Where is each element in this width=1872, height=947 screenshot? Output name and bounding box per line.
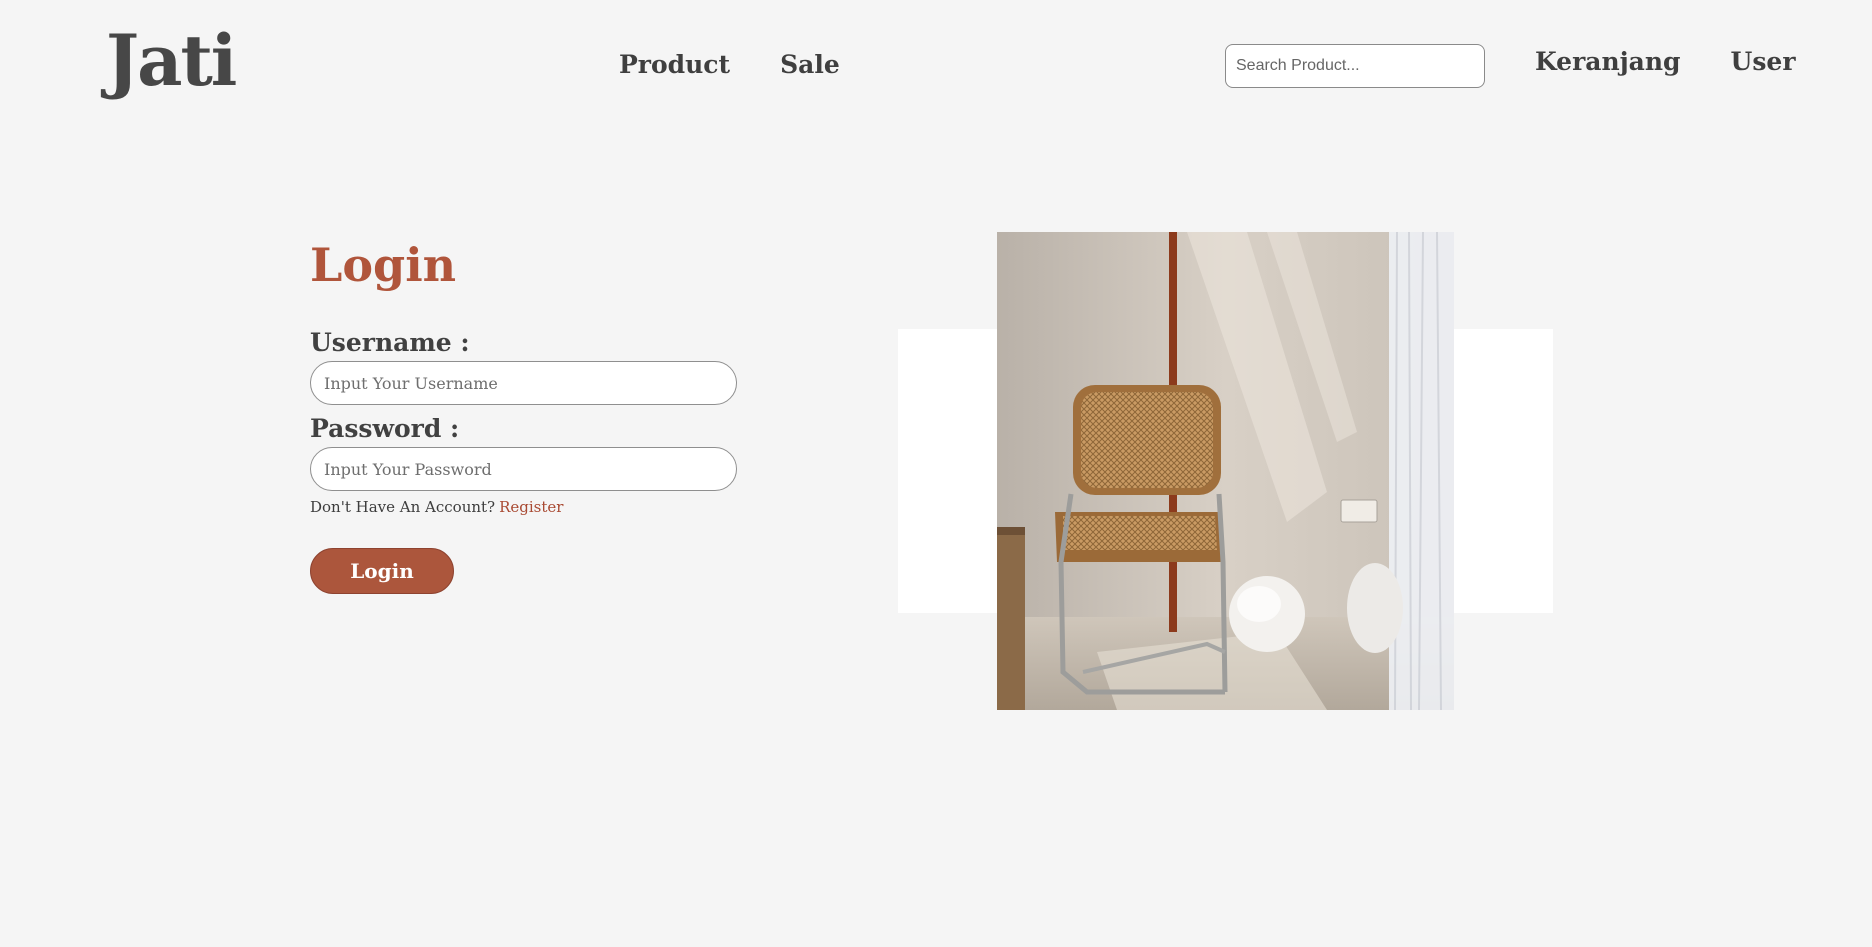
password-label: Password : <box>310 414 460 443</box>
login-button[interactable]: Login <box>310 548 454 594</box>
username-label: Username : <box>310 328 470 357</box>
username-field[interactable] <box>310 361 737 405</box>
register-prompt: Don't Have An Account? Register <box>310 498 563 516</box>
cart-link[interactable]: Keranjang <box>1535 47 1681 77</box>
register-prompt-text: Don't Have An Account? <box>310 498 496 516</box>
chair-illustration <box>997 232 1454 710</box>
user-link[interactable]: User <box>1731 47 1796 77</box>
register-link[interactable]: Register <box>499 498 563 516</box>
login-page: Jati Product Sale Keranjang User Login U… <box>0 0 1872 947</box>
brand-logo[interactable]: Jati <box>106 26 237 96</box>
chair-photo <box>997 232 1454 710</box>
nav-sale-link[interactable]: Sale <box>780 50 840 80</box>
header-actions: Keranjang User <box>1535 47 1796 77</box>
search-input[interactable] <box>1225 44 1485 88</box>
main-nav: Product Sale <box>619 50 840 80</box>
nav-product-link[interactable]: Product <box>619 50 730 80</box>
password-field[interactable] <box>310 447 737 491</box>
login-title: Login <box>310 238 457 292</box>
